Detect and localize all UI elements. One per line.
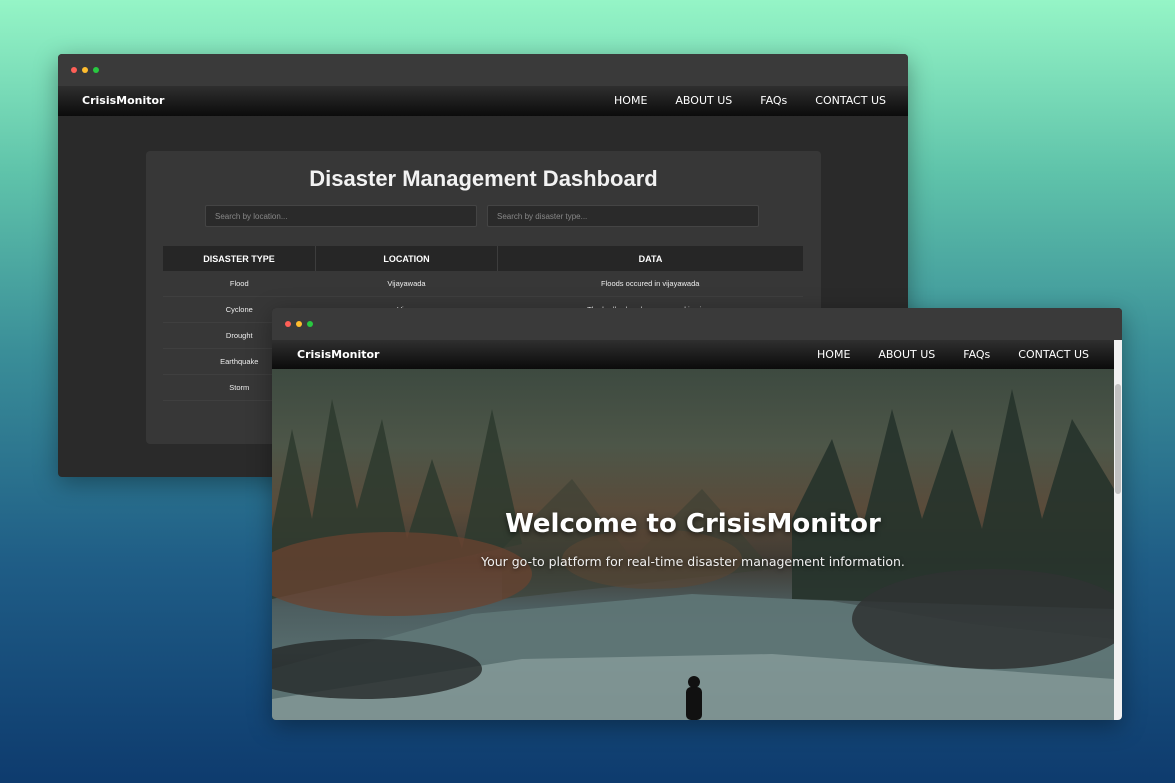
- column-header-location: LOCATION: [315, 246, 498, 271]
- nav-home[interactable]: HOME: [817, 348, 850, 361]
- column-header-disaster-type: DISASTER TYPE: [163, 246, 316, 271]
- page-title: Disaster Management Dashboard: [309, 166, 658, 191]
- home-window: CrisisMonitor HOME ABOUT US FAQs CONTACT…: [272, 308, 1122, 720]
- nav-about-us[interactable]: ABOUT US: [878, 348, 935, 361]
- hero-title: Welcome to CrisisMonitor: [505, 509, 881, 539]
- hero-background-image: [272, 389, 1114, 720]
- cell-location: Vijayawada: [315, 271, 498, 297]
- nav-contact-us[interactable]: CONTACT US: [815, 94, 886, 107]
- hero-section: Welcome to CrisisMonitor Your go-to plat…: [272, 369, 1114, 720]
- nav-faqs[interactable]: FAQs: [760, 94, 787, 107]
- nav-faqs[interactable]: FAQs: [963, 348, 990, 361]
- navbar: CrisisMonitor HOME ABOUT US FAQs CONTACT…: [272, 340, 1122, 369]
- maximize-window-icon[interactable]: [307, 321, 313, 327]
- search-disaster-type-input[interactable]: Search by disaster type...: [487, 205, 759, 227]
- minimize-window-icon[interactable]: [296, 321, 302, 327]
- nav-about-us[interactable]: ABOUT US: [675, 94, 732, 107]
- scrollbar-thumb[interactable]: [1115, 384, 1121, 494]
- maximize-window-icon[interactable]: [93, 67, 99, 73]
- title-bar: [272, 308, 1122, 340]
- title-bar: [58, 54, 908, 86]
- close-window-icon[interactable]: [71, 67, 77, 73]
- scrollbar[interactable]: [1114, 340, 1122, 720]
- brand-logo[interactable]: CrisisMonitor: [297, 348, 379, 361]
- column-header-data: DATA: [497, 246, 803, 271]
- hero-subtitle: Your go-to platform for real-time disast…: [481, 554, 905, 569]
- minimize-window-icon[interactable]: [82, 67, 88, 73]
- brand-logo[interactable]: CrisisMonitor: [82, 94, 164, 107]
- navbar: CrisisMonitor HOME ABOUT US FAQs CONTACT…: [58, 86, 908, 116]
- search-location-input[interactable]: Search by location...: [205, 205, 477, 227]
- close-window-icon[interactable]: [285, 321, 291, 327]
- nav-home[interactable]: HOME: [614, 94, 647, 107]
- cell-data: Floods occured in vijayawada: [497, 271, 803, 297]
- nav-contact-us[interactable]: CONTACT US: [1018, 348, 1089, 361]
- cell-type: Flood: [163, 271, 316, 297]
- table-row: Flood Vijayawada Floods occured in vijay…: [163, 271, 803, 297]
